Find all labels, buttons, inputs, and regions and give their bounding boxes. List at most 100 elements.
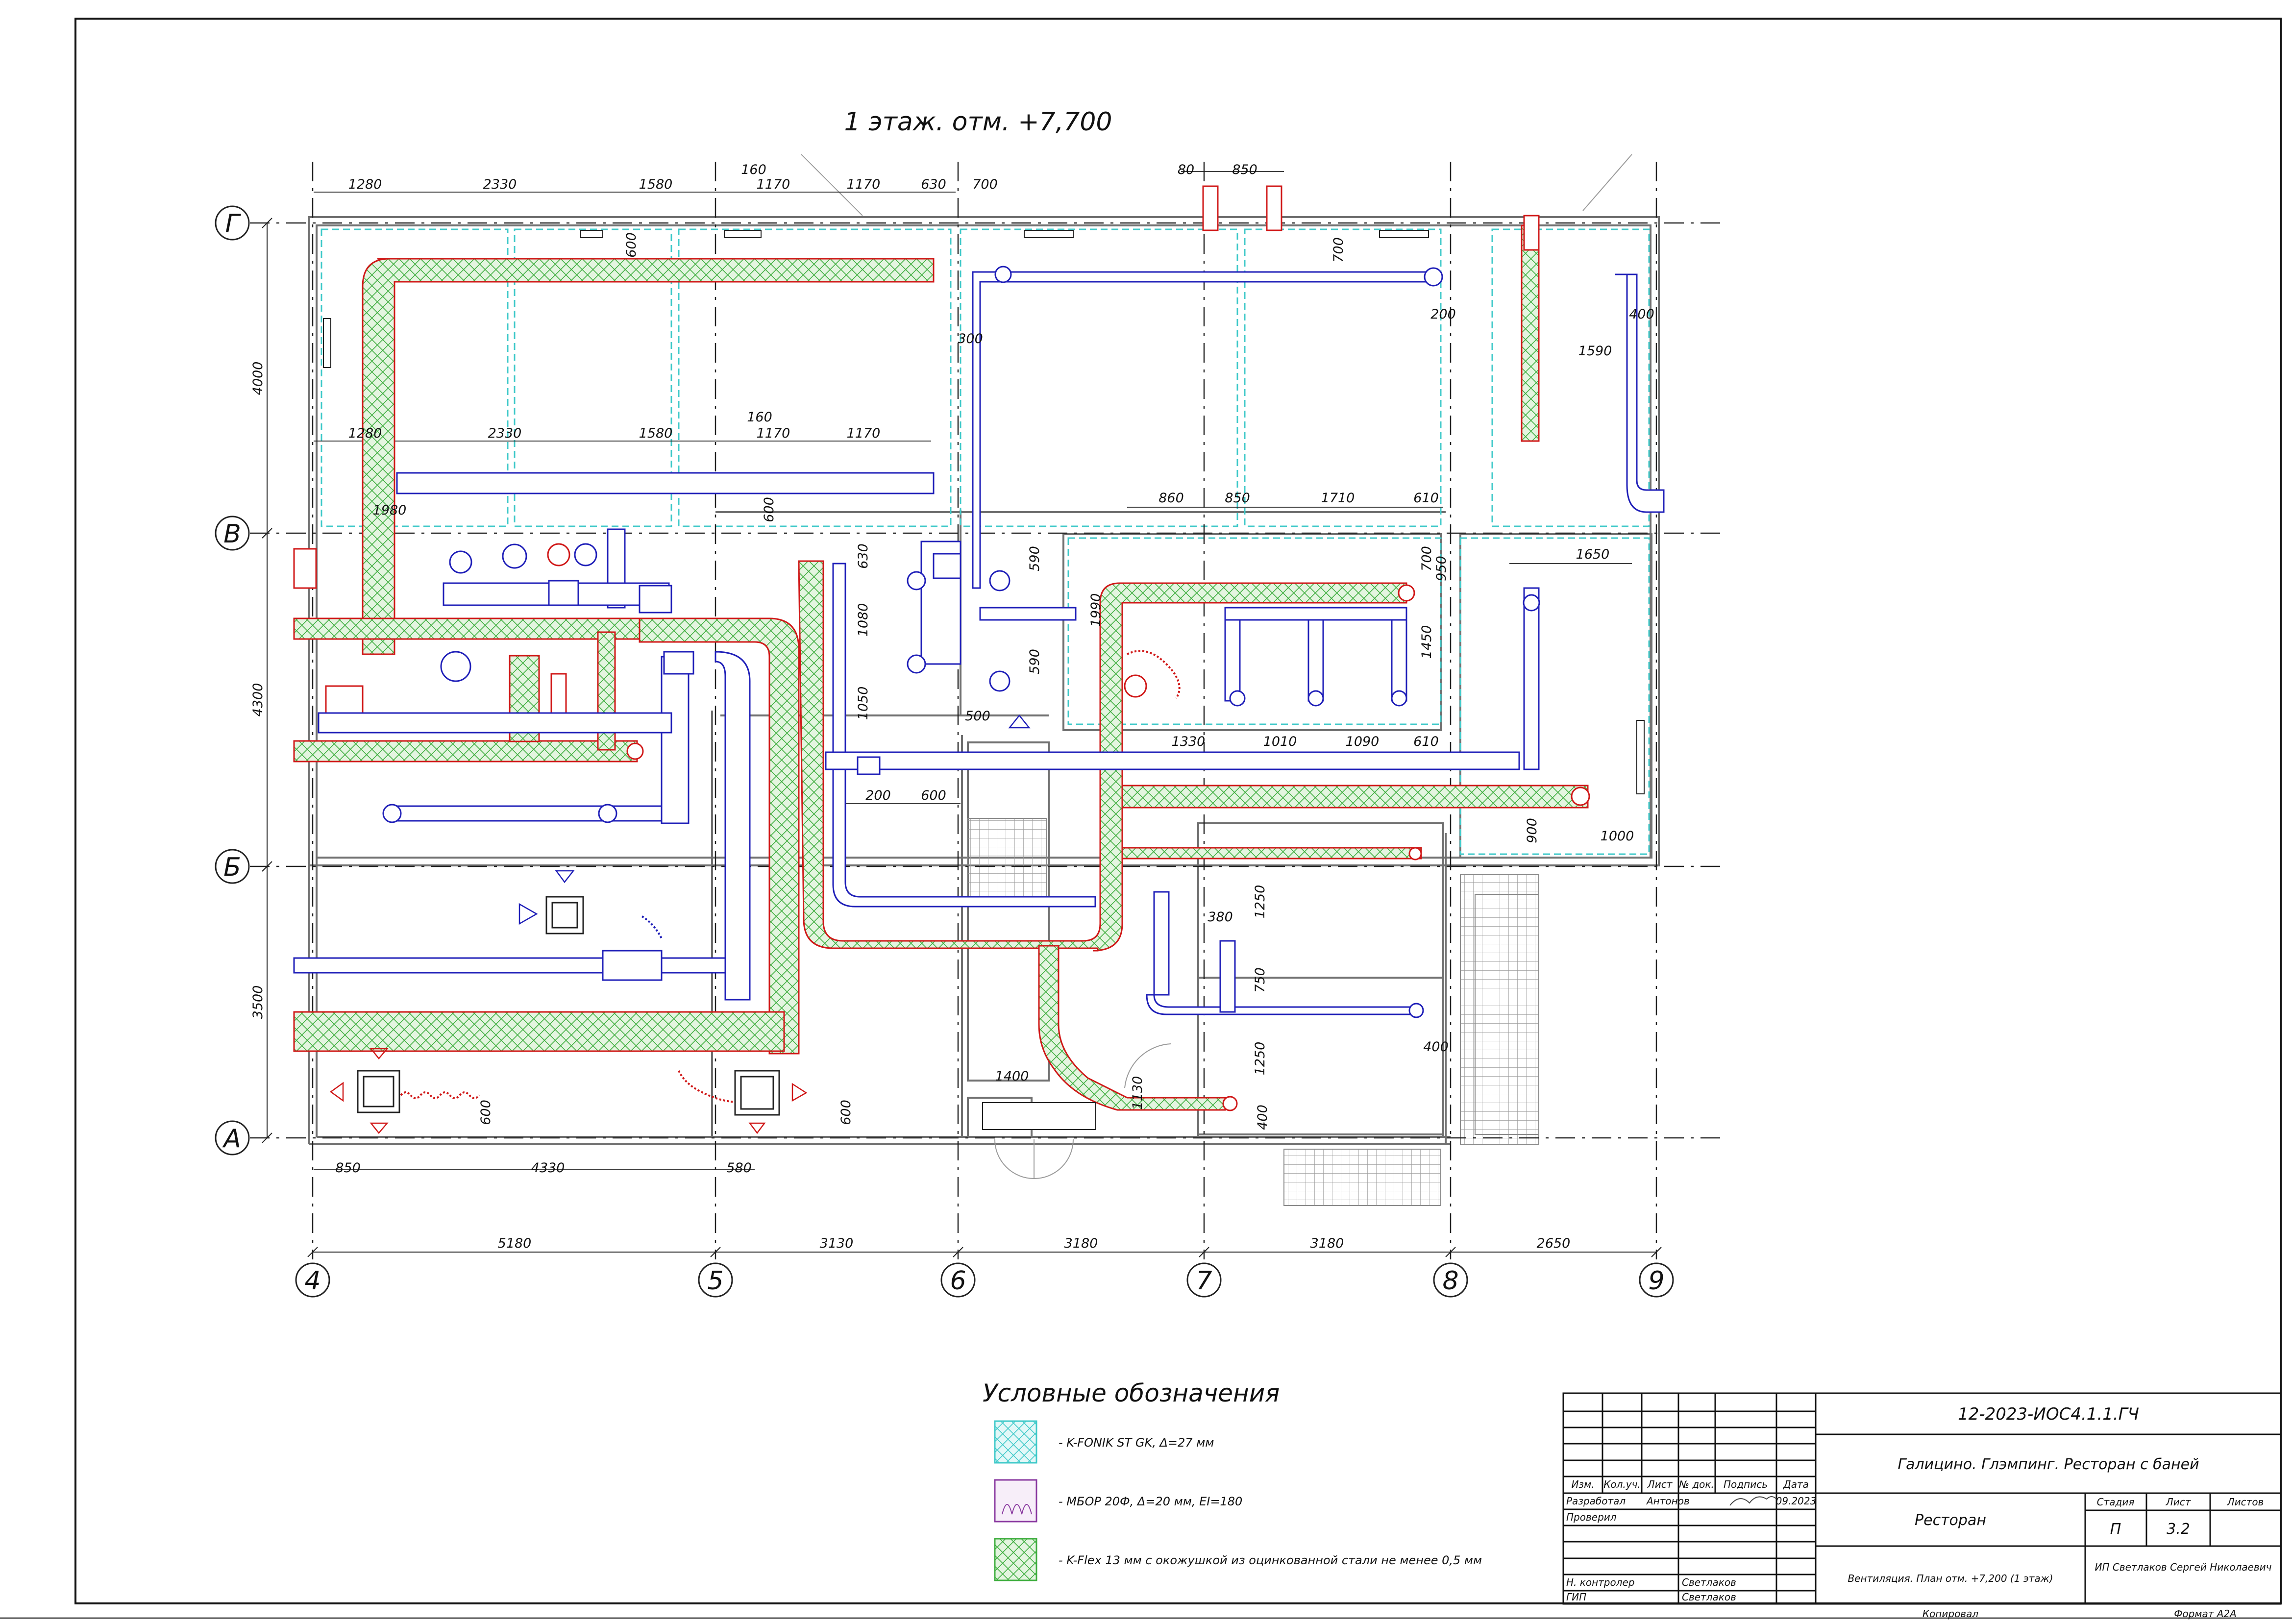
svg-text:630: 630 bbox=[921, 177, 946, 192]
legend-item-k-fonik: - K-FONIK ST GK, Δ=27 мм bbox=[994, 1420, 1214, 1464]
svg-text:1580: 1580 bbox=[639, 177, 673, 192]
span-8-9: 2650 bbox=[1537, 1236, 1571, 1251]
svg-text:950: 950 bbox=[1434, 556, 1449, 581]
svg-text:Светлаков: Светлаков bbox=[1682, 1576, 1736, 1588]
svg-text:Дата: Дата bbox=[1783, 1478, 1809, 1490]
axis-col-7: 7 bbox=[1186, 1262, 1222, 1298]
svg-text:1990: 1990 bbox=[1088, 593, 1104, 627]
svg-text:09.2023: 09.2023 bbox=[1776, 1495, 1817, 1507]
svg-text:9: 9 bbox=[1648, 1266, 1664, 1296]
exhaust-duct-network bbox=[293, 271, 1665, 1015]
svg-text:160: 160 bbox=[747, 410, 772, 425]
legend-item-mbor: - МБОР 20Ф, Δ=20 мм, EI=180 bbox=[994, 1479, 1242, 1523]
svg-text:- МБОР 20Ф, Δ=20 мм, EI=180: - МБОР 20Ф, Δ=20 мм, EI=180 bbox=[1059, 1495, 1242, 1508]
stamp-company: ИП Светлаков Сергей Николаевич bbox=[2095, 1561, 2272, 1573]
svg-text:600: 600 bbox=[624, 232, 639, 258]
svg-text:590: 590 bbox=[1027, 546, 1042, 571]
svg-text:1450: 1450 bbox=[1419, 625, 1434, 659]
svg-text:Подпись: Подпись bbox=[1724, 1478, 1768, 1490]
svg-text:1170: 1170 bbox=[757, 426, 790, 441]
svg-text:500: 500 bbox=[965, 709, 990, 724]
svg-text:1980: 1980 bbox=[373, 503, 407, 518]
axis-row-g: Г bbox=[215, 205, 250, 241]
span-7-8: 3180 bbox=[1310, 1236, 1344, 1251]
svg-text:630: 630 bbox=[856, 543, 871, 569]
svg-text:6: 6 bbox=[950, 1266, 966, 1296]
svg-text:200: 200 bbox=[865, 788, 891, 803]
stamp-roles: Разработал Антонов 09.2023 Проверил Н. к… bbox=[1566, 1495, 1816, 1603]
ventilation-floor-plan-drawing: 1 этаж. отм. +7,700 Г В Б А 4 5 6 7 8 9 … bbox=[0, 18, 2292, 1620]
span-4-5: 5180 bbox=[498, 1236, 532, 1251]
axis-col-4: 4 bbox=[295, 1262, 330, 1298]
plan-title: 1 этаж. отм. +7,700 bbox=[844, 107, 1112, 137]
span-5-6: 3130 bbox=[820, 1236, 854, 1251]
copied-label: Копировал bbox=[1922, 1608, 1978, 1620]
svg-text:850: 850 bbox=[335, 1160, 361, 1176]
svg-text:Кол.уч.: Кол.уч. bbox=[1603, 1478, 1641, 1490]
svg-text:1330: 1330 bbox=[1172, 734, 1206, 749]
svg-text:1050: 1050 bbox=[856, 687, 871, 720]
svg-text:1170: 1170 bbox=[757, 177, 790, 192]
svg-text:1130: 1130 bbox=[1130, 1076, 1145, 1110]
stamp-stage-header: Стадия bbox=[2097, 1496, 2135, 1508]
svg-text:160: 160 bbox=[741, 162, 766, 177]
svg-text:700: 700 bbox=[972, 177, 998, 192]
stamp-project: Галицино. Глэмпинг. Ресторан с баней bbox=[1898, 1456, 2199, 1473]
svg-text:1080: 1080 bbox=[856, 603, 871, 637]
svg-text:1250: 1250 bbox=[1253, 885, 1268, 919]
svg-text:- K-FONIK ST GK, Δ=27 мм: - K-FONIK ST GK, Δ=27 мм bbox=[1059, 1436, 1214, 1450]
svg-text:А: А bbox=[222, 1124, 241, 1154]
axis-col-9: 9 bbox=[1639, 1262, 1674, 1298]
svg-text:Разработал: Разработал bbox=[1566, 1495, 1626, 1507]
svg-text:750: 750 bbox=[1253, 967, 1268, 993]
svg-text:380: 380 bbox=[1208, 910, 1233, 925]
stamp-sheet-header: Лист bbox=[2166, 1496, 2192, 1508]
svg-text:600: 600 bbox=[478, 1100, 493, 1125]
svg-text:850: 850 bbox=[1232, 162, 1257, 177]
svg-text:300: 300 bbox=[958, 331, 983, 346]
svg-text:610: 610 bbox=[1413, 491, 1439, 506]
svg-text:Изм.: Изм. bbox=[1571, 1478, 1594, 1490]
svg-text:Б: Б bbox=[223, 853, 241, 882]
svg-text:1090: 1090 bbox=[1346, 734, 1380, 749]
svg-text:2330: 2330 bbox=[483, 177, 517, 192]
axis-col-6: 6 bbox=[940, 1262, 976, 1298]
svg-text:Проверил: Проверил bbox=[1566, 1511, 1617, 1523]
svg-text:Г: Г bbox=[225, 209, 242, 239]
svg-text:900: 900 bbox=[1525, 818, 1540, 843]
svg-text:1590: 1590 bbox=[1578, 344, 1612, 359]
svg-text:1250: 1250 bbox=[1253, 1042, 1268, 1076]
svg-text:Лист: Лист bbox=[1647, 1478, 1673, 1490]
svg-text:№ док.: № док. bbox=[1678, 1478, 1714, 1490]
svg-text:580: 580 bbox=[726, 1160, 752, 1176]
stamp-header-row: Изм. Кол.уч. Лист № док. Подпись Дата bbox=[1571, 1478, 1808, 1490]
svg-text:2330: 2330 bbox=[488, 426, 522, 441]
svg-text:860: 860 bbox=[1158, 491, 1184, 506]
svg-text:200: 200 bbox=[1430, 307, 1456, 322]
svg-text:ГИП: ГИП bbox=[1566, 1591, 1586, 1603]
span-b-a: 3500 bbox=[250, 985, 266, 1019]
svg-text:5: 5 bbox=[707, 1266, 723, 1296]
signature-scribble bbox=[1729, 1496, 1777, 1506]
svg-text:400: 400 bbox=[1423, 1039, 1449, 1055]
svg-text:7: 7 bbox=[1196, 1266, 1212, 1296]
axis-col-8: 8 bbox=[1433, 1262, 1468, 1298]
svg-text:Н. контролер: Н. контролер bbox=[1566, 1576, 1635, 1588]
svg-text:1170: 1170 bbox=[847, 177, 881, 192]
stamp-stage: П bbox=[2110, 1521, 2121, 1538]
stamp-sheet-number: 3.2 bbox=[2167, 1521, 2190, 1538]
legend-title: Условные обозначения bbox=[983, 1379, 1280, 1407]
svg-text:600: 600 bbox=[921, 788, 946, 803]
span-6-7: 3180 bbox=[1064, 1236, 1098, 1251]
stamp-code: 12-2023-ИОС4.1.1.ГЧ bbox=[1958, 1404, 2139, 1424]
svg-text:400: 400 bbox=[1629, 307, 1654, 322]
svg-text:1580: 1580 bbox=[639, 426, 673, 441]
svg-text:400: 400 bbox=[1255, 1105, 1270, 1130]
format-label: Формат А2А bbox=[2174, 1608, 2237, 1620]
svg-text:610: 610 bbox=[1413, 734, 1439, 749]
svg-text:1000: 1000 bbox=[1601, 829, 1634, 844]
svg-text:8: 8 bbox=[1442, 1266, 1458, 1296]
svg-text:1710: 1710 bbox=[1321, 491, 1355, 506]
span-g-v: 4000 bbox=[250, 362, 266, 395]
stamp-sheet-name: Вентиляция. План отм. +7,200 (1 этаж) bbox=[1848, 1573, 2053, 1584]
